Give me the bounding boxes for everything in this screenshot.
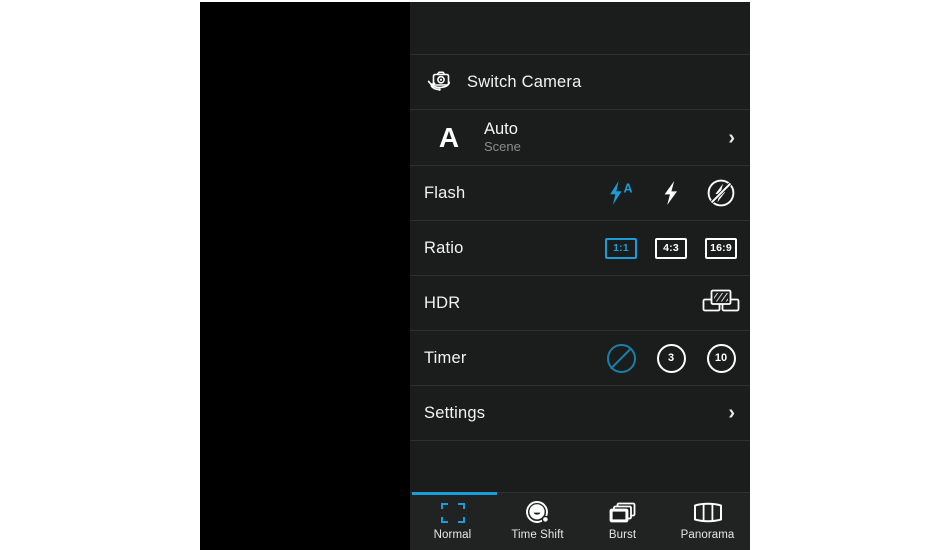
- timer-10-label: 10: [706, 343, 736, 373]
- camera-viewfinder[interactable]: [200, 2, 410, 550]
- tab-normal-label: Normal: [433, 529, 472, 541]
- timer-label: Timer: [424, 348, 467, 367]
- ratio-options: 1:1 4:3 16:9: [605, 232, 737, 264]
- chevron-right-icon: ›: [728, 126, 735, 149]
- row-timer: Timer 3 10: [410, 331, 750, 386]
- switch-camera-icon: [424, 66, 456, 98]
- ratio-badge-label: 1:1: [605, 237, 637, 259]
- flash-off-icon[interactable]: [705, 177, 737, 209]
- row-flash: Flash A: [410, 166, 750, 221]
- row-settings[interactable]: Settings ›: [410, 386, 750, 441]
- tab-normal[interactable]: Normal: [410, 493, 495, 550]
- tab-time-shift[interactable]: Time Shift: [495, 493, 580, 550]
- ratio-option-1-1[interactable]: 1:1: [605, 232, 637, 264]
- screen: Switch Camera A Auto Scene › Flash A Rat…: [0, 0, 950, 550]
- timer-off-icon[interactable]: [605, 342, 637, 374]
- burst-icon: [608, 500, 638, 526]
- ratio-label: Ratio: [424, 238, 464, 257]
- svg-text:A: A: [624, 182, 633, 196]
- tab-time-shift-label: Time Shift: [511, 529, 564, 541]
- switch-camera-label: Switch Camera: [467, 72, 582, 91]
- tab-panorama[interactable]: Panorama: [665, 493, 750, 550]
- camera-settings-panel: Switch Camera A Auto Scene › Flash A Rat…: [410, 2, 750, 550]
- row-ratio: Ratio 1:1 4:3 16:9: [410, 221, 750, 276]
- panel-top-spacer: [410, 2, 750, 55]
- ratio-badge-label: 16:9: [705, 237, 737, 259]
- flash-options: A: [605, 177, 737, 209]
- mode-tabbar: Normal Time Shift Burst Panorama: [410, 492, 750, 550]
- tab-panorama-label: Panorama: [680, 529, 735, 541]
- panorama-icon: [693, 500, 723, 526]
- flash-on-icon[interactable]: [655, 177, 687, 209]
- timer-options: 3 10: [605, 342, 737, 374]
- timer-10-icon[interactable]: 10: [705, 342, 737, 374]
- row-switch-camera[interactable]: Switch Camera: [410, 55, 750, 110]
- tab-burst[interactable]: Burst: [580, 493, 665, 550]
- row-scene-mode[interactable]: A Auto Scene ›: [410, 110, 750, 166]
- chevron-right-icon: ›: [728, 402, 735, 424]
- active-tab-underline: [412, 492, 497, 495]
- tab-burst-label: Burst: [608, 529, 637, 541]
- ratio-badge-label: 4:3: [655, 237, 687, 259]
- hdr-stacked-photos-icon[interactable]: [702, 287, 740, 319]
- normal-brackets-icon: [438, 500, 468, 526]
- scene-badge: A: [438, 121, 460, 153]
- panel-bottom-filler: [410, 441, 750, 492]
- ratio-option-16-9[interactable]: 16:9: [705, 232, 737, 264]
- scene-title: Auto: [484, 120, 518, 139]
- time-shift-icon: [523, 500, 553, 526]
- ratio-option-4-3[interactable]: 4:3: [655, 232, 687, 264]
- timer-off-circle: [606, 343, 636, 373]
- timer-3-label: 3: [656, 343, 686, 373]
- settings-label: Settings: [424, 403, 486, 422]
- row-hdr[interactable]: HDR: [410, 276, 750, 331]
- flash-label: Flash: [424, 183, 466, 202]
- scene-texts: Auto Scene: [484, 120, 521, 154]
- hdr-label: HDR: [424, 293, 461, 312]
- flash-auto-icon[interactable]: A: [605, 177, 637, 209]
- scene-subtitle: Scene: [484, 138, 521, 154]
- settings-rows: Switch Camera A Auto Scene › Flash A Rat…: [410, 55, 750, 441]
- timer-3-icon[interactable]: 3: [655, 342, 687, 374]
